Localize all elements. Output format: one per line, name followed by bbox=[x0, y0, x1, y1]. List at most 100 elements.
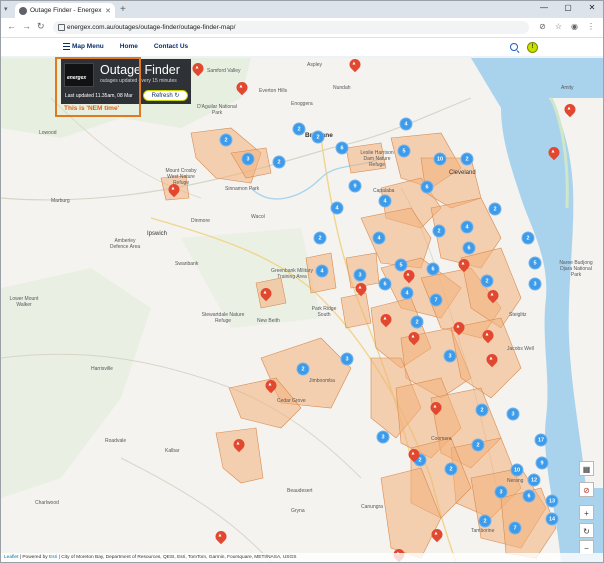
outage-cluster[interactable]: 7 bbox=[429, 293, 443, 307]
outage-finder-panel: energex Outage Finder outages updated ev… bbox=[61, 59, 191, 104]
outage-cluster[interactable]: 2 bbox=[410, 315, 424, 329]
outage-cluster[interactable]: 2 bbox=[432, 224, 446, 238]
url-text: energex.com.au/outages/outage-finder/out… bbox=[67, 24, 236, 31]
logo-text: energex bbox=[67, 75, 87, 81]
outage-cluster[interactable]: 4 bbox=[399, 117, 413, 131]
reload-icon[interactable]: ↻ bbox=[37, 21, 45, 32]
forward-icon[interactable]: → bbox=[22, 21, 31, 31]
home-link[interactable]: Home bbox=[120, 43, 138, 50]
outage-cluster[interactable]: 6 bbox=[462, 241, 476, 255]
tab-list-icon[interactable]: ▾ bbox=[4, 5, 8, 13]
outage-cluster[interactable]: 2 bbox=[311, 130, 325, 144]
place-label: Stewartdale Nature Refuge bbox=[201, 312, 245, 324]
outage-cluster[interactable]: 9 bbox=[535, 456, 549, 470]
outage-cluster[interactable]: 6 bbox=[378, 277, 392, 291]
outage-cluster[interactable]: 4 bbox=[372, 231, 386, 245]
esri-link[interactable]: Esri bbox=[49, 555, 57, 560]
outage-cluster[interactable]: 6 bbox=[420, 180, 434, 194]
browser-tab[interactable]: Outage Finder - Energex ✕ bbox=[15, 3, 115, 18]
outage-cluster[interactable]: 3 bbox=[340, 352, 354, 366]
place-label: Naree Budjong Djara National Park bbox=[559, 260, 593, 278]
outage-cluster[interactable]: 2 bbox=[444, 462, 458, 476]
outage-cluster[interactable]: 5 bbox=[397, 144, 411, 158]
place-label: Roadvale bbox=[105, 438, 127, 444]
place-label: Gryna bbox=[291, 508, 305, 514]
tab-close-icon[interactable]: ✕ bbox=[105, 7, 111, 15]
outage-cluster[interactable]: 3 bbox=[376, 430, 390, 444]
outage-cluster[interactable]: 6 bbox=[335, 141, 349, 155]
outage-cluster[interactable]: 4 bbox=[315, 264, 329, 278]
outage-cluster[interactable]: 9 bbox=[348, 179, 362, 193]
site-info-icon[interactable] bbox=[58, 24, 65, 31]
powered-by: | Powered by bbox=[19, 555, 48, 560]
place-label: Sinnamon Park bbox=[225, 186, 260, 192]
minimize-icon[interactable]: — bbox=[539, 3, 549, 12]
outage-cluster[interactable]: 17 bbox=[534, 433, 548, 447]
maximize-icon[interactable]: ▢ bbox=[563, 3, 573, 12]
outage-cluster[interactable]: 12 bbox=[527, 473, 541, 487]
place-label: Cedar Grove bbox=[277, 398, 306, 404]
new-tab-icon[interactable]: + bbox=[120, 4, 126, 15]
outage-cluster[interactable]: 3 bbox=[506, 407, 520, 421]
alert-icon[interactable]: ! bbox=[527, 42, 538, 53]
outage-cluster[interactable]: 6 bbox=[522, 489, 536, 503]
address-bar[interactable]: energex.com.au/outages/outage-finder/out… bbox=[53, 21, 529, 34]
outage-cluster[interactable]: 4 bbox=[330, 201, 344, 215]
no-power-icon[interactable]: ⊘ bbox=[579, 482, 594, 497]
outage-cluster[interactable]: 6 bbox=[426, 262, 440, 276]
place-label: Amberley Defence Area bbox=[109, 238, 141, 250]
outage-cluster[interactable]: 3 bbox=[443, 349, 457, 363]
place-label: Lower Mount Walker bbox=[9, 296, 39, 308]
outage-cluster[interactable]: 2 bbox=[460, 152, 474, 166]
contact-link[interactable]: Contact Us bbox=[154, 43, 188, 50]
place-label: D'Aguilar National Park bbox=[197, 104, 237, 116]
leaflet-link[interactable]: Leaflet bbox=[4, 555, 18, 560]
outage-cluster[interactable]: 2 bbox=[521, 231, 535, 245]
outage-cluster[interactable]: 5 bbox=[528, 256, 542, 270]
outage-cluster[interactable]: 4 bbox=[460, 220, 474, 234]
outage-cluster[interactable]: 7 bbox=[508, 521, 522, 535]
back-icon[interactable]: ← bbox=[7, 21, 16, 31]
panel-subtitle: outages updated every 15 minutes bbox=[100, 78, 177, 84]
zoom-in-button[interactable]: + bbox=[579, 505, 594, 520]
outage-cluster[interactable]: 3 bbox=[353, 268, 367, 282]
outage-cluster[interactable]: 2 bbox=[480, 274, 494, 288]
place-label: Amity bbox=[561, 85, 574, 91]
outage-cluster[interactable]: 3 bbox=[241, 152, 255, 166]
outage-cluster[interactable]: 10 bbox=[510, 463, 524, 477]
place-label: Wacol bbox=[251, 214, 265, 220]
place-label: Capalaba bbox=[373, 188, 395, 194]
extension-icon[interactable]: ⊘ bbox=[539, 22, 546, 31]
outage-cluster[interactable]: 10 bbox=[433, 152, 447, 166]
close-window-icon[interactable]: ✕ bbox=[587, 3, 597, 12]
outage-cluster[interactable]: 2 bbox=[471, 438, 485, 452]
rotate-button[interactable]: ↻ bbox=[579, 523, 594, 538]
search-icon[interactable] bbox=[510, 43, 518, 51]
profile-icon[interactable]: ◉ bbox=[571, 22, 578, 31]
outage-cluster[interactable]: 2 bbox=[478, 514, 492, 528]
outage-map[interactable]: Samford Valley Aspley Nundah Everton Hil… bbox=[1, 58, 603, 562]
bookmark-star-icon[interactable]: ☆ bbox=[555, 22, 562, 31]
calendar-icon[interactable]: ▦ bbox=[579, 461, 594, 476]
outage-cluster[interactable]: 4 bbox=[378, 194, 392, 208]
place-label: New Beith bbox=[257, 318, 280, 324]
outage-cluster[interactable]: 2 bbox=[313, 231, 327, 245]
refresh-button[interactable]: Refresh ↻ bbox=[143, 90, 188, 101]
outage-cluster[interactable]: 2 bbox=[488, 202, 502, 216]
map-menu-button[interactable]: Map Menu bbox=[63, 43, 104, 50]
outage-cluster[interactable]: 2 bbox=[219, 133, 233, 147]
browser-menu-icon[interactable]: ⋮ bbox=[587, 22, 595, 31]
attribution-text: | City of Moreton Bay, Department of Res… bbox=[58, 555, 297, 560]
outage-cluster[interactable]: 2 bbox=[272, 155, 286, 169]
outage-cluster[interactable]: 2 bbox=[292, 122, 306, 136]
place-label: Coomera bbox=[431, 436, 452, 442]
outage-cluster[interactable]: 2 bbox=[475, 403, 489, 417]
outage-cluster[interactable]: 14 bbox=[545, 512, 559, 526]
outage-cluster[interactable]: 3 bbox=[528, 277, 542, 291]
place-label: Marburg bbox=[51, 198, 70, 204]
outage-cluster[interactable]: 2 bbox=[296, 362, 310, 376]
outage-cluster[interactable]: 13 bbox=[545, 494, 559, 508]
place-label: Everton Hills bbox=[259, 88, 288, 94]
outage-cluster[interactable]: 4 bbox=[400, 286, 414, 300]
outage-cluster[interactable]: 3 bbox=[494, 485, 508, 499]
